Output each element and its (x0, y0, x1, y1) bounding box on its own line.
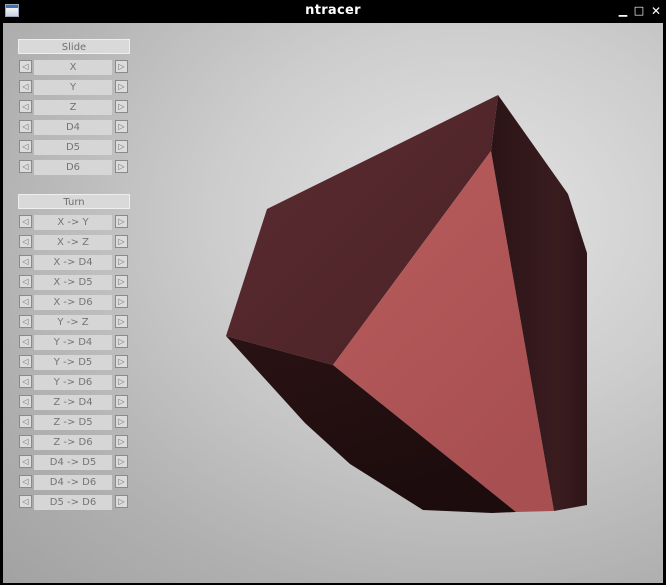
turn-d5-to-d6-label: D5 -> D6 (34, 495, 112, 510)
turn-x-to-z-decrease-button[interactable]: ◁ (19, 235, 32, 248)
slide-row-d6: ◁ D6 ▷ (18, 160, 130, 175)
slide-z-decrease-button[interactable]: ◁ (19, 100, 32, 113)
turn-row-y-to-d6: ◁ Y -> D6 ▷ (18, 375, 130, 390)
turn-z-to-d4-increase-button[interactable]: ▷ (115, 395, 128, 408)
application-window: ntracer ▁ □ ✕ Slide ◁ X ▷ ◁ Y ▷ ◁ Z ▷ ◁ … (0, 0, 666, 585)
turn-d4-to-d6-label: D4 -> D6 (34, 475, 112, 490)
turn-row-d5-to-d6: ◁ D5 -> D6 ▷ (18, 495, 130, 510)
slide-y-label: Y (34, 80, 112, 95)
turn-d5-to-d6-decrease-button[interactable]: ◁ (19, 495, 32, 508)
turn-y-to-d4-label: Y -> D4 (34, 335, 112, 350)
turn-z-to-d6-decrease-button[interactable]: ◁ (19, 435, 32, 448)
slide-d5-decrease-button[interactable]: ◁ (19, 140, 32, 153)
turn-row-y-to-d4: ◁ Y -> D4 ▷ (18, 335, 130, 350)
render-area[interactable]: Slide ◁ X ▷ ◁ Y ▷ ◁ Z ▷ ◁ D4 ▷ ◁ D5 ▷ ◁ D6 ▷ Turn ◁ X -> Y… (3, 23, 663, 583)
turn-row-x-to-d5: ◁ X -> D5 ▷ (18, 275, 130, 290)
turn-row-x-to-z: ◁ X -> Z ▷ (18, 235, 130, 250)
turn-d4-to-d5-label: D4 -> D5 (34, 455, 112, 470)
slide-row-d5: ◁ D5 ▷ (18, 140, 130, 155)
turn-x-to-d4-label: X -> D4 (34, 255, 112, 270)
window-title: ntracer (305, 3, 361, 18)
turn-d4-to-d6-decrease-button[interactable]: ◁ (19, 475, 32, 488)
turn-x-to-z-increase-button[interactable]: ▷ (115, 235, 128, 248)
slide-d6-increase-button[interactable]: ▷ (115, 160, 128, 173)
turn-d4-to-d6-increase-button[interactable]: ▷ (115, 475, 128, 488)
turn-row-z-to-d6: ◁ Z -> D6 ▷ (18, 435, 130, 450)
slide-d4-increase-button[interactable]: ▷ (115, 120, 128, 133)
turn-row-y-to-z: ◁ Y -> Z ▷ (18, 315, 130, 330)
slide-header: Slide (18, 39, 130, 54)
turn-y-to-z-decrease-button[interactable]: ◁ (19, 315, 32, 328)
turn-x-to-d4-increase-button[interactable]: ▷ (115, 255, 128, 268)
turn-z-to-d4-label: Z -> D4 (34, 395, 112, 410)
turn-row-z-to-d5: ◁ Z -> D5 ▷ (18, 415, 130, 430)
turn-x-to-z-label: X -> Z (34, 235, 112, 250)
turn-y-to-d4-increase-button[interactable]: ▷ (115, 335, 128, 348)
slide-d4-decrease-button[interactable]: ◁ (19, 120, 32, 133)
turn-x-to-d6-label: X -> D6 (34, 295, 112, 310)
turn-row-x-to-d4: ◁ X -> D4 ▷ (18, 255, 130, 270)
turn-x-to-d5-increase-button[interactable]: ▷ (115, 275, 128, 288)
turn-row-d4-to-d5: ◁ D4 -> D5 ▷ (18, 455, 130, 470)
slide-z-increase-button[interactable]: ▷ (115, 100, 128, 113)
slide-d5-label: D5 (34, 140, 112, 155)
slide-x-decrease-button[interactable]: ◁ (19, 60, 32, 73)
turn-z-to-d5-label: Z -> D5 (34, 415, 112, 430)
maximize-button[interactable]: □ (632, 3, 646, 19)
turn-y-to-d4-decrease-button[interactable]: ◁ (19, 335, 32, 348)
turn-y-to-d6-label: Y -> D6 (34, 375, 112, 390)
slide-y-decrease-button[interactable]: ◁ (19, 80, 32, 93)
slide-x-label: X (34, 60, 112, 75)
slide-z-label: Z (34, 100, 112, 115)
turn-row-z-to-d4: ◁ Z -> D4 ▷ (18, 395, 130, 410)
turn-z-to-d4-decrease-button[interactable]: ◁ (19, 395, 32, 408)
turn-x-to-y-increase-button[interactable]: ▷ (115, 215, 128, 228)
slide-d4-label: D4 (34, 120, 112, 135)
turn-y-to-z-label: Y -> Z (34, 315, 112, 330)
turn-y-to-z-increase-button[interactable]: ▷ (115, 315, 128, 328)
turn-y-to-d5-decrease-button[interactable]: ◁ (19, 355, 32, 368)
turn-y-to-d6-increase-button[interactable]: ▷ (115, 375, 128, 388)
title-bar[interactable]: ntracer ▁ □ ✕ (1, 1, 665, 22)
turn-z-to-d5-decrease-button[interactable]: ◁ (19, 415, 32, 428)
turn-d4-to-d5-decrease-button[interactable]: ◁ (19, 455, 32, 468)
turn-row-x-to-y: ◁ X -> Y ▷ (18, 215, 130, 230)
turn-x-to-d5-label: X -> D5 (34, 275, 112, 290)
minimize-button[interactable]: ▁ (616, 3, 630, 19)
slide-d5-increase-button[interactable]: ▷ (115, 140, 128, 153)
turn-row-y-to-d5: ◁ Y -> D5 ▷ (18, 355, 130, 370)
slide-y-increase-button[interactable]: ▷ (115, 80, 128, 93)
turn-header: Turn (18, 194, 130, 209)
turn-x-to-d4-decrease-button[interactable]: ◁ (19, 255, 32, 268)
turn-x-to-y-decrease-button[interactable]: ◁ (19, 215, 32, 228)
slide-x-increase-button[interactable]: ▷ (115, 60, 128, 73)
turn-row-d4-to-d6: ◁ D4 -> D6 ▷ (18, 475, 130, 490)
turn-z-to-d6-increase-button[interactable]: ▷ (115, 435, 128, 448)
turn-y-to-d6-decrease-button[interactable]: ◁ (19, 375, 32, 388)
turn-x-to-d5-decrease-button[interactable]: ◁ (19, 275, 32, 288)
slide-d6-decrease-button[interactable]: ◁ (19, 160, 32, 173)
turn-x-to-d6-decrease-button[interactable]: ◁ (19, 295, 32, 308)
turn-z-to-d5-increase-button[interactable]: ▷ (115, 415, 128, 428)
turn-x-to-y-label: X -> Y (34, 215, 112, 230)
turn-d5-to-d6-increase-button[interactable]: ▷ (115, 495, 128, 508)
turn-d4-to-d5-increase-button[interactable]: ▷ (115, 455, 128, 468)
turn-y-to-d5-label: Y -> D5 (34, 355, 112, 370)
turn-z-to-d6-label: Z -> D6 (34, 435, 112, 450)
turn-x-to-d6-increase-button[interactable]: ▷ (115, 295, 128, 308)
slide-row-d4: ◁ D4 ▷ (18, 120, 130, 135)
slide-row-z: ◁ Z ▷ (18, 100, 130, 115)
turn-y-to-d5-increase-button[interactable]: ▷ (115, 355, 128, 368)
slide-d6-label: D6 (34, 160, 112, 175)
slide-row-y: ◁ Y ▷ (18, 80, 130, 95)
slide-row-x: ◁ X ▷ (18, 60, 130, 75)
close-button[interactable]: ✕ (649, 3, 663, 19)
turn-row-x-to-d6: ◁ X -> D6 ▷ (18, 295, 130, 310)
